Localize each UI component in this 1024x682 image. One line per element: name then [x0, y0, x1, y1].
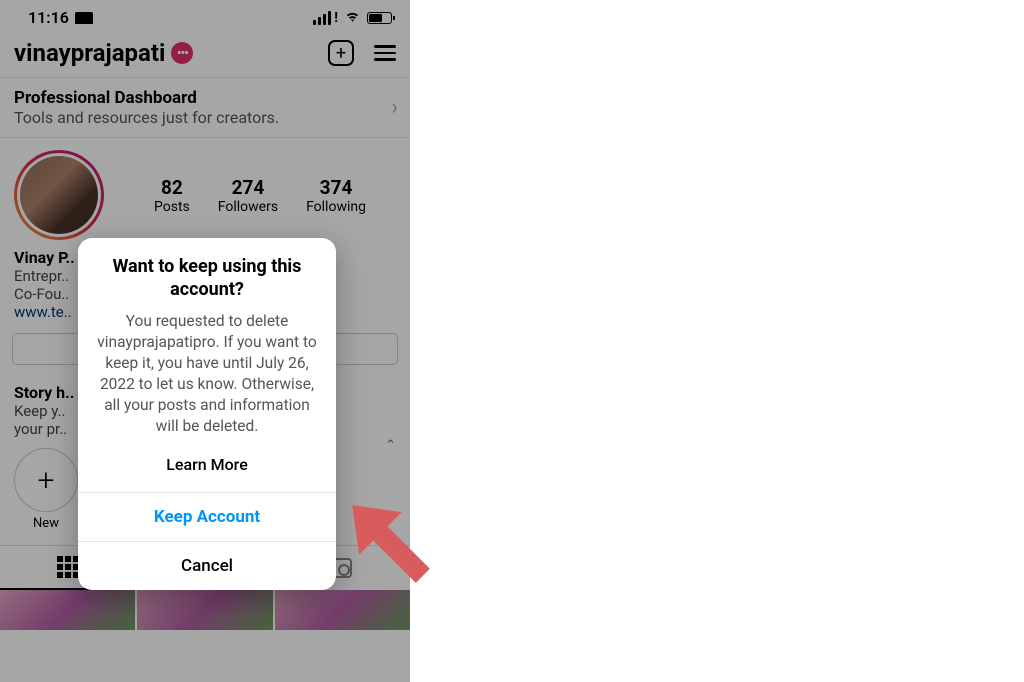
keep-account-button[interactable]: Keep Account	[78, 492, 336, 541]
annotation-arrow-icon	[316, 484, 466, 608]
keep-account-dialog: Want to keep using this account? You req…	[78, 238, 336, 590]
learn-more-link[interactable]: Learn More	[96, 451, 318, 478]
cancel-button[interactable]: Cancel	[78, 541, 336, 590]
dialog-title: Want to keep using this account?	[96, 256, 318, 301]
dialog-message: You requested to delete vinayprajapatipr…	[96, 311, 318, 437]
